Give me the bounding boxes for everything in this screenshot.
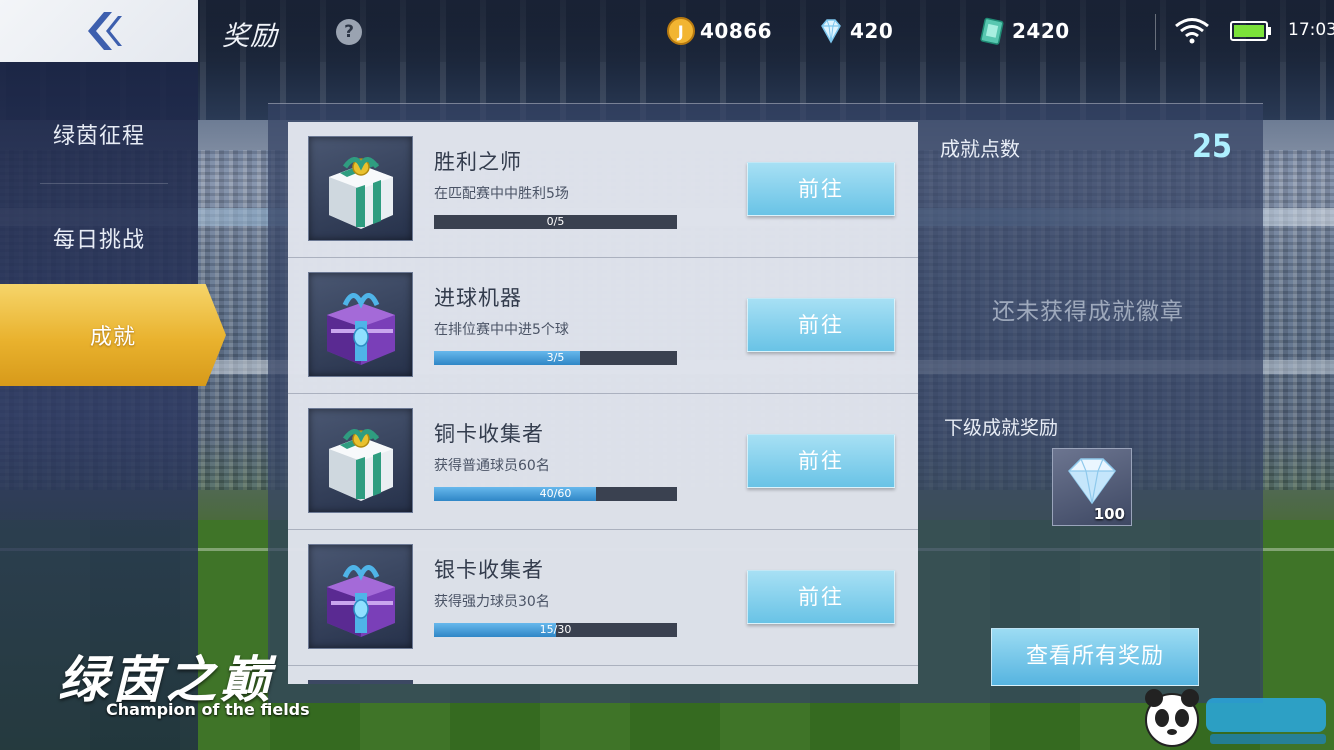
achievement-list[interactable]: 胜利之师 在匹配赛中中胜利5场 0/5 前往 进球机器 在排位赛中中进5个球 3… <box>288 122 918 684</box>
svg-text:J: J <box>677 22 684 41</box>
achievement-points-value: 25 <box>1192 127 1233 165</box>
panda-watermark-logo <box>1145 689 1326 747</box>
back-chevron-icon <box>88 12 122 50</box>
progress-text: 3/5 <box>546 351 565 364</box>
sidebar-item-daily-challenge[interactable]: 每日挑战 <box>0 188 198 288</box>
ticket-amount: 2420 <box>1012 19 1070 43</box>
achievement-description: 在匹配赛中中胜利5场 <box>434 186 569 202</box>
clock: 17:03 <box>1288 20 1334 40</box>
view-all-rewards-button[interactable]: 查看所有奖励 <box>991 628 1199 686</box>
reward-thumbnail <box>308 408 413 513</box>
next-reward-label: 下级成就奖励 <box>944 417 1059 439</box>
go-button[interactable]: 前往 <box>747 570 895 624</box>
progress-text: 40/60 <box>539 487 572 500</box>
green-gift-box-icon <box>329 429 393 501</box>
help-button[interactable]: ? <box>336 19 362 45</box>
go-button[interactable]: 前往 <box>747 434 895 488</box>
list-item: 银卡收集者 获得强力球员30名 15/30 前往 <box>288 530 918 666</box>
sidebar-item-label: 绿茵征程 <box>52 124 145 149</box>
reward-thumbnail <box>308 272 413 377</box>
achievement-title: 铜卡收集者 <box>434 422 544 446</box>
diamond-icon <box>1068 458 1116 505</box>
achievement-description: 获得强力球员30名 <box>434 594 550 610</box>
achievement-description: 在排位赛中中进5个球 <box>434 322 569 338</box>
sidebar-item-achievements[interactable]: 成就 <box>0 284 226 386</box>
purple-chest-icon <box>327 565 395 637</box>
diamond-icon <box>821 19 841 44</box>
achievement-title: 进球机器 <box>434 286 522 310</box>
go-button[interactable]: 前往 <box>747 298 895 352</box>
game-logo-subtitle: Champion of the fields <box>106 700 310 719</box>
ticket-icon <box>980 17 1004 45</box>
coin-counter: J 40866 <box>666 16 772 46</box>
page-title: 奖励 <box>222 21 278 52</box>
battery-icon <box>1230 21 1271 41</box>
coin-amount: 40866 <box>700 19 773 43</box>
sidebar-item-label: 成就 <box>89 325 136 350</box>
list-item: 铜卡收集者 获得普通球员60名 40/60 前往 <box>288 394 918 530</box>
game-logo: 绿茵之巅 Champion of the fields <box>58 640 358 730</box>
reward-thumbnail <box>308 136 413 241</box>
progress-bar: 3/5 <box>434 351 677 365</box>
achievement-points-label: 成就点数 <box>940 137 1020 161</box>
sidebar-item-journey[interactable]: 绿茵征程 <box>0 84 198 184</box>
gem-amount: 420 <box>850 19 894 43</box>
top-bar: 奖励 ? J 40866 420 2420 17:03 <box>0 0 1334 62</box>
achievement-title: 银卡收集者 <box>434 558 544 582</box>
status-divider <box>1155 14 1156 50</box>
wifi-icon <box>1175 18 1209 44</box>
purple-chest-icon <box>327 293 395 365</box>
progress-bar: 15/30 <box>434 623 677 637</box>
gem-counter: 420 <box>816 16 893 46</box>
next-reward-item[interactable]: 100 <box>1052 448 1132 526</box>
progress-text: 15/30 <box>539 623 572 636</box>
no-badge-text: 还未获得成就徽章 <box>992 299 1184 325</box>
achievement-title: 胜利之师 <box>434 150 522 174</box>
reward-thumbnail <box>308 544 413 649</box>
reward-count: 100 <box>1093 505 1125 523</box>
back-button[interactable] <box>0 0 198 62</box>
achievement-description: 获得普通球员60名 <box>434 458 550 474</box>
divider <box>40 183 168 184</box>
list-item: 进球机器 在排位赛中中进5个球 3/5 前往 <box>288 258 918 394</box>
progress-bar: 0/5 <box>434 215 677 229</box>
coin-icon: J <box>667 17 695 45</box>
go-button[interactable]: 前往 <box>747 162 895 216</box>
progress-text: 0/5 <box>546 215 565 228</box>
progress-bar: 40/60 <box>434 487 677 501</box>
list-item: 胜利之师 在匹配赛中中胜利5场 0/5 前往 <box>288 122 918 258</box>
green-gift-box-icon <box>329 157 393 229</box>
battery-fill <box>1234 25 1264 37</box>
sidebar-item-label: 每日挑战 <box>52 228 145 253</box>
divider <box>288 665 918 666</box>
ticket-counter: 2420 <box>978 16 1070 46</box>
